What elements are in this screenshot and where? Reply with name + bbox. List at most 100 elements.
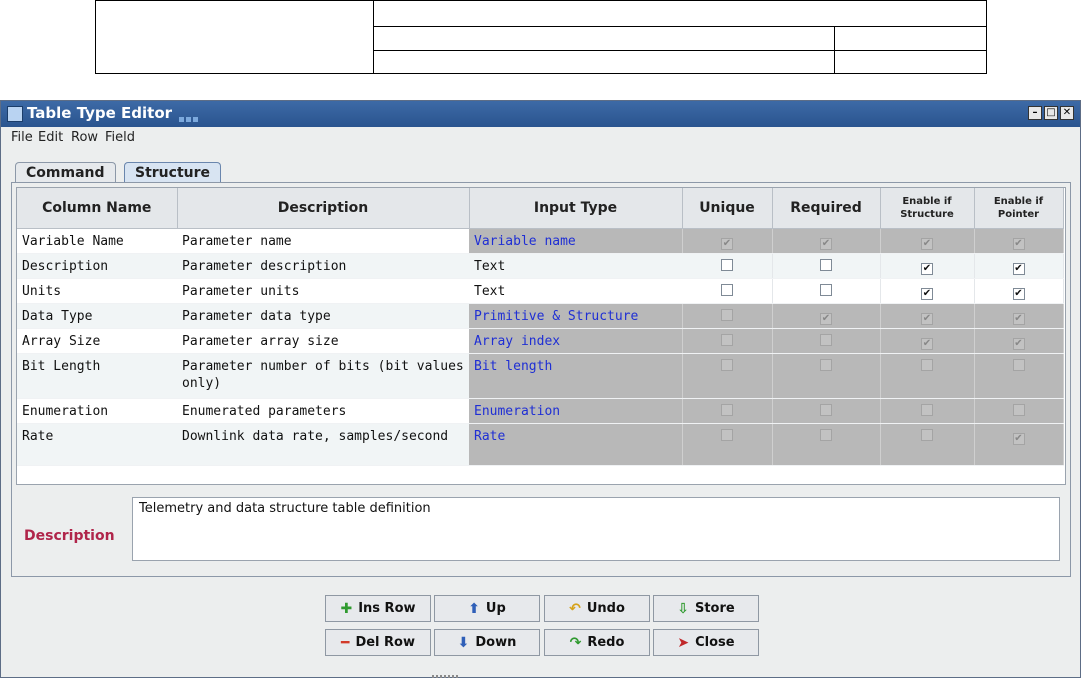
cell-enable-structure[interactable]: ✔	[880, 328, 975, 354]
up-button[interactable]: ⬆ Up	[434, 595, 540, 622]
cell-enable-structure[interactable]: ✔	[880, 253, 975, 279]
enable-structure-checkbox[interactable]: ✔	[921, 338, 933, 350]
required-checkbox[interactable]	[820, 259, 832, 271]
cell-description[interactable]: Parameter name	[177, 228, 469, 254]
undo-button[interactable]: ↶ Undo	[544, 595, 650, 622]
close-button[interactable]: ➤ Close	[653, 629, 759, 656]
menu-edit[interactable]: Edit	[38, 130, 63, 145]
enable-structure-checkbox[interactable]	[921, 429, 933, 441]
cell-required[interactable]	[772, 398, 881, 424]
required-checkbox[interactable]	[820, 359, 832, 371]
enable-pointer-checkbox[interactable]: ✔	[1012, 313, 1025, 325]
enable-pointer-checkbox[interactable]: ✔	[1012, 263, 1025, 275]
tab-structure[interactable]: Structure	[124, 162, 222, 182]
cell-unique[interactable]	[682, 278, 773, 304]
table-row[interactable]: Rate Downlink data rate, samples/second Ra…	[17, 423, 1064, 466]
cell-input-type[interactable]: Bit length	[469, 353, 683, 399]
enable-pointer-checkbox[interactable]	[1012, 359, 1025, 371]
enable-structure-checkbox[interactable]	[921, 359, 933, 371]
close-window-button[interactable]: ✕	[1060, 106, 1074, 120]
cell-unique[interactable]	[682, 398, 773, 424]
menu-field[interactable]: Field	[105, 130, 135, 145]
required-checkbox[interactable]	[820, 429, 832, 441]
cell-input-type[interactable]: Array index	[469, 328, 683, 354]
column-header-input-type[interactable]: Input Type	[469, 188, 683, 229]
cell-enable-pointer[interactable]: ✔	[974, 423, 1064, 466]
cell-input-type[interactable]: Text	[469, 253, 682, 279]
enable-pointer-checkbox[interactable]: ✔	[1012, 288, 1025, 300]
column-header-unique[interactable]: Unique	[682, 188, 773, 229]
cell-unique[interactable]	[682, 303, 773, 329]
cell-column-name[interactable]: Rate	[17, 423, 177, 466]
cell-unique[interactable]: ✔	[682, 228, 773, 254]
unique-checkbox[interactable]	[721, 429, 733, 441]
enable-structure-checkbox[interactable]	[921, 404, 933, 416]
tab-command[interactable]: Command	[15, 162, 116, 182]
required-checkbox[interactable]	[820, 334, 832, 346]
cell-required[interactable]: ✔	[772, 228, 881, 254]
unique-checkbox[interactable]	[720, 284, 733, 296]
del-row-button[interactable]: ━ Del Row	[325, 629, 431, 656]
cell-description[interactable]: Parameter number of bits (bit values onl…	[177, 353, 469, 399]
down-button[interactable]: ⬇ Down	[434, 629, 540, 656]
cell-required[interactable]	[772, 423, 881, 466]
cell-required[interactable]	[772, 328, 881, 354]
table-row[interactable]: Description Parameter description Text ✔ ✔	[17, 253, 1064, 279]
cell-required[interactable]	[772, 253, 881, 279]
cell-unique[interactable]	[682, 328, 773, 354]
cell-enable-pointer[interactable]	[974, 353, 1064, 399]
cell-unique[interactable]	[682, 423, 773, 466]
cell-enable-structure[interactable]: ✔	[880, 228, 975, 254]
table-row[interactable]: Bit Length Parameter number of bits (bit …	[17, 353, 1064, 399]
cell-required[interactable]: ✔	[772, 303, 881, 329]
unique-checkbox[interactable]	[720, 259, 733, 271]
cell-column-name[interactable]: Data Type	[17, 303, 177, 329]
cell-column-name[interactable]: Enumeration	[17, 398, 177, 424]
cell-input-type[interactable]: Rate	[469, 423, 683, 466]
cell-description[interactable]: Parameter description	[177, 253, 469, 279]
table-row[interactable]: Variable Name Parameter name Variable name…	[17, 228, 1064, 254]
enable-pointer-checkbox[interactable]: ✔	[1012, 238, 1025, 250]
enable-pointer-checkbox[interactable]: ✔	[1012, 433, 1025, 445]
title-bar[interactable]: Table Type Editor – □ ✕	[1, 101, 1080, 127]
cell-input-type[interactable]: Primitive & Structure	[469, 303, 683, 329]
unique-checkbox[interactable]: ✔	[721, 238, 733, 250]
redo-button[interactable]: ↷ Redo	[544, 629, 650, 656]
cell-enable-pointer[interactable]: ✔	[974, 228, 1064, 254]
cell-enable-pointer[interactable]: ✔	[974, 328, 1064, 354]
cell-column-name[interactable]: Variable Name	[17, 228, 177, 254]
cell-enable-structure[interactable]	[880, 423, 975, 466]
cell-column-name[interactable]: Array Size	[17, 328, 177, 354]
unique-checkbox[interactable]	[721, 359, 733, 371]
cell-input-type[interactable]: Enumeration	[469, 398, 683, 424]
cell-required[interactable]	[772, 278, 881, 304]
cell-input-type[interactable]: Text	[469, 278, 682, 304]
column-header-name[interactable]: Column Name	[17, 188, 178, 229]
cell-description[interactable]: Downlink data rate, samples/second	[177, 423, 469, 466]
cell-enable-structure[interactable]	[880, 353, 975, 399]
store-button[interactable]: ⇩ Store	[653, 595, 759, 622]
cell-column-name[interactable]: Bit Length	[17, 353, 177, 399]
column-header-enable-structure[interactable]: Enable if Structure	[880, 188, 975, 229]
cell-unique[interactable]	[682, 353, 773, 399]
cell-description[interactable]: Enumerated parameters	[177, 398, 469, 424]
cell-description[interactable]: Parameter array size	[177, 328, 469, 354]
required-checkbox[interactable]	[820, 284, 832, 296]
column-header-enable-pointer[interactable]: Enable if Pointer	[974, 188, 1064, 229]
cell-enable-pointer[interactable]: ✔	[974, 303, 1064, 329]
cell-enable-structure[interactable]: ✔	[880, 303, 975, 329]
cell-enable-structure[interactable]: ✔	[880, 278, 975, 304]
required-checkbox[interactable]: ✔	[820, 238, 832, 250]
cell-input-type[interactable]: Variable name	[469, 228, 683, 254]
cell-enable-pointer[interactable]	[974, 398, 1064, 424]
required-checkbox[interactable]	[820, 404, 832, 416]
table-row[interactable]: Array Size Parameter array size Array inde…	[17, 328, 1064, 354]
ins-row-button[interactable]: ✚ Ins Row	[325, 595, 431, 622]
enable-structure-checkbox[interactable]: ✔	[921, 238, 933, 250]
cell-column-name[interactable]: Description	[17, 253, 177, 279]
unique-checkbox[interactable]	[721, 404, 733, 416]
column-header-required[interactable]: Required	[772, 188, 881, 229]
enable-structure-checkbox[interactable]: ✔	[921, 288, 933, 300]
cell-column-name[interactable]: Units	[17, 278, 177, 304]
required-checkbox[interactable]: ✔	[820, 313, 832, 325]
